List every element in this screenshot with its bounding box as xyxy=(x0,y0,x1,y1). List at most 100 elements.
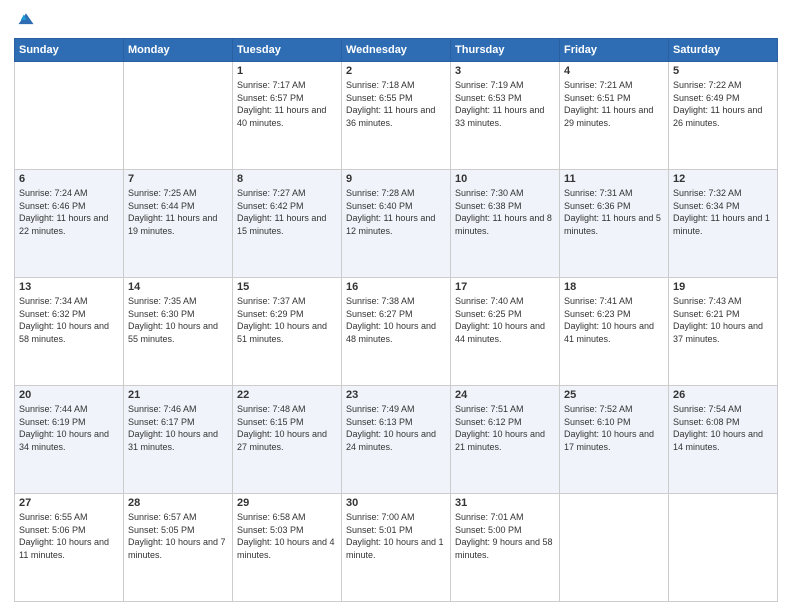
calendar-cell: 1 Sunrise: 7:17 AM Sunset: 6:57 PM Daylig… xyxy=(233,62,342,170)
calendar-cell: 27 Sunrise: 6:55 AM Sunset: 5:06 PM Dayli… xyxy=(15,494,124,602)
day-number: 7 xyxy=(128,173,228,185)
day-number: 24 xyxy=(455,389,555,401)
calendar-cell: 13 Sunrise: 7:34 AM Sunset: 6:32 PM Dayli… xyxy=(15,278,124,386)
calendar-cell: 22Sunrise: 7:48 AM Sunset: 6:15 PM Dayli… xyxy=(233,386,342,494)
calendar-cell: 6 Sunrise: 7:24 AM Sunset: 6:46 PM Daylig… xyxy=(15,170,124,278)
calendar-cell: 31 Sunrise: 7:01 AM Sunset: 5:00 PM Dayli… xyxy=(451,494,560,602)
calendar-cell: 12 Sunrise: 7:32 AM Sunset: 6:34 PM Dayli… xyxy=(669,170,778,278)
day-info: Sunrise: 7:31 AM Sunset: 6:36 PM Dayligh… xyxy=(564,187,664,237)
day-info: Sunrise: 7:30 AM Sunset: 6:38 PM Dayligh… xyxy=(455,187,555,237)
day-info: Sunrise: 7:35 AM Sunset: 6:30 PM Dayligh… xyxy=(128,295,228,345)
day-number: 18 xyxy=(564,281,664,293)
calendar-cell: 14Sunrise: 7:35 AM Sunset: 6:30 PM Dayli… xyxy=(124,278,233,386)
day-number: 13 xyxy=(19,281,119,293)
day-number: 15 xyxy=(237,281,337,293)
calendar-cell: 28 Sunrise: 6:57 AM Sunset: 5:05 PM Dayli… xyxy=(124,494,233,602)
day-info: Sunrise: 7:25 AM Sunset: 6:44 PM Dayligh… xyxy=(128,187,228,237)
day-number: 17 xyxy=(455,281,555,293)
calendar-cell: 26Sunrise: 7:54 AM Sunset: 6:08 PM Dayli… xyxy=(669,386,778,494)
day-of-week-header: Tuesday xyxy=(233,39,342,62)
calendar-cell: 17 Sunrise: 7:40 AM Sunset: 6:25 PM Dayli… xyxy=(451,278,560,386)
calendar-cell: 2 Sunrise: 7:18 AM Sunset: 6:55 PM Daylig… xyxy=(342,62,451,170)
calendar-week-row: 13 Sunrise: 7:34 AM Sunset: 6:32 PM Dayli… xyxy=(15,278,778,386)
calendar-cell: 7 Sunrise: 7:25 AM Sunset: 6:44 PM Daylig… xyxy=(124,170,233,278)
calendar-cell: 30Sunrise: 7:00 AM Sunset: 5:01 PM Dayli… xyxy=(342,494,451,602)
day-number: 31 xyxy=(455,497,555,509)
day-info: Sunrise: 7:49 AM Sunset: 6:13 PM Dayligh… xyxy=(346,403,446,453)
day-info: Sunrise: 6:57 AM Sunset: 5:05 PM Dayligh… xyxy=(128,511,228,561)
calendar-cell xyxy=(560,494,669,602)
day-number: 19 xyxy=(673,281,773,293)
day-number: 6 xyxy=(19,173,119,185)
calendar-week-row: 6 Sunrise: 7:24 AM Sunset: 6:46 PM Daylig… xyxy=(15,170,778,278)
day-of-week-header: Monday xyxy=(124,39,233,62)
day-number: 28 xyxy=(128,497,228,509)
day-info: Sunrise: 7:32 AM Sunset: 6:34 PM Dayligh… xyxy=(673,187,773,237)
calendar-cell: 23 Sunrise: 7:49 AM Sunset: 6:13 PM Dayli… xyxy=(342,386,451,494)
day-number: 12 xyxy=(673,173,773,185)
calendar-cell: 3 Sunrise: 7:19 AM Sunset: 6:53 PM Daylig… xyxy=(451,62,560,170)
calendar-cell: 19Sunrise: 7:43 AM Sunset: 6:21 PM Dayli… xyxy=(669,278,778,386)
day-info: Sunrise: 7:27 AM Sunset: 6:42 PM Dayligh… xyxy=(237,187,337,237)
calendar-cell: 16 Sunrise: 7:38 AM Sunset: 6:27 PM Dayli… xyxy=(342,278,451,386)
day-info: Sunrise: 7:48 AM Sunset: 6:15 PM Dayligh… xyxy=(237,403,337,453)
calendar-week-row: 1 Sunrise: 7:17 AM Sunset: 6:57 PM Daylig… xyxy=(15,62,778,170)
day-number: 4 xyxy=(564,65,664,77)
day-number: 3 xyxy=(455,65,555,77)
calendar-week-row: 20Sunrise: 7:44 AM Sunset: 6:19 PM Dayli… xyxy=(15,386,778,494)
day-number: 8 xyxy=(237,173,337,185)
calendar-cell: 11Sunrise: 7:31 AM Sunset: 6:36 PM Dayli… xyxy=(560,170,669,278)
day-info: Sunrise: 7:19 AM Sunset: 6:53 PM Dayligh… xyxy=(455,79,555,129)
day-number: 5 xyxy=(673,65,773,77)
day-info: Sunrise: 7:24 AM Sunset: 6:46 PM Dayligh… xyxy=(19,187,119,237)
day-info: Sunrise: 7:34 AM Sunset: 6:32 PM Dayligh… xyxy=(19,295,119,345)
calendar-cell: 18 Sunrise: 7:41 AM Sunset: 6:23 PM Dayli… xyxy=(560,278,669,386)
calendar-cell: 29Sunrise: 6:58 AM Sunset: 5:03 PM Dayli… xyxy=(233,494,342,602)
logo xyxy=(14,10,36,30)
calendar-cell xyxy=(15,62,124,170)
day-info: Sunrise: 7:40 AM Sunset: 6:25 PM Dayligh… xyxy=(455,295,555,345)
header xyxy=(14,10,778,30)
day-info: Sunrise: 7:51 AM Sunset: 6:12 PM Dayligh… xyxy=(455,403,555,453)
calendar-header-row: SundayMondayTuesdayWednesdayThursdayFrid… xyxy=(15,39,778,62)
page: SundayMondayTuesdayWednesdayThursdayFrid… xyxy=(0,0,792,612)
day-of-week-header: Saturday xyxy=(669,39,778,62)
calendar-table: SundayMondayTuesdayWednesdayThursdayFrid… xyxy=(14,38,778,602)
day-number: 23 xyxy=(346,389,446,401)
day-info: Sunrise: 6:58 AM Sunset: 5:03 PM Dayligh… xyxy=(237,511,337,561)
day-number: 2 xyxy=(346,65,446,77)
day-number: 21 xyxy=(128,389,228,401)
calendar-cell: 25Sunrise: 7:52 AM Sunset: 6:10 PM Dayli… xyxy=(560,386,669,494)
day-info: Sunrise: 7:18 AM Sunset: 6:55 PM Dayligh… xyxy=(346,79,446,129)
calendar-cell: 10 Sunrise: 7:30 AM Sunset: 6:38 PM Dayli… xyxy=(451,170,560,278)
day-number: 16 xyxy=(346,281,446,293)
day-number: 1 xyxy=(237,65,337,77)
calendar-cell: 21 Sunrise: 7:46 AM Sunset: 6:17 PM Dayli… xyxy=(124,386,233,494)
calendar-cell: 5 Sunrise: 7:22 AM Sunset: 6:49 PM Daylig… xyxy=(669,62,778,170)
day-info: Sunrise: 7:38 AM Sunset: 6:27 PM Dayligh… xyxy=(346,295,446,345)
day-number: 9 xyxy=(346,173,446,185)
day-info: Sunrise: 7:28 AM Sunset: 6:40 PM Dayligh… xyxy=(346,187,446,237)
day-of-week-header: Friday xyxy=(560,39,669,62)
day-number: 10 xyxy=(455,173,555,185)
day-info: Sunrise: 7:46 AM Sunset: 6:17 PM Dayligh… xyxy=(128,403,228,453)
day-number: 27 xyxy=(19,497,119,509)
day-info: Sunrise: 7:22 AM Sunset: 6:49 PM Dayligh… xyxy=(673,79,773,129)
day-of-week-header: Wednesday xyxy=(342,39,451,62)
day-of-week-header: Sunday xyxy=(15,39,124,62)
calendar-cell: 8 Sunrise: 7:27 AM Sunset: 6:42 PM Daylig… xyxy=(233,170,342,278)
calendar-cell xyxy=(669,494,778,602)
day-info: Sunrise: 6:55 AM Sunset: 5:06 PM Dayligh… xyxy=(19,511,119,561)
day-info: Sunrise: 7:41 AM Sunset: 6:23 PM Dayligh… xyxy=(564,295,664,345)
calendar-week-row: 27 Sunrise: 6:55 AM Sunset: 5:06 PM Dayli… xyxy=(15,494,778,602)
day-info: Sunrise: 7:21 AM Sunset: 6:51 PM Dayligh… xyxy=(564,79,664,129)
calendar-cell: 4 Sunrise: 7:21 AM Sunset: 6:51 PM Daylig… xyxy=(560,62,669,170)
day-of-week-header: Thursday xyxy=(451,39,560,62)
calendar-cell: 9 Sunrise: 7:28 AM Sunset: 6:40 PM Daylig… xyxy=(342,170,451,278)
calendar-cell: 15Sunrise: 7:37 AM Sunset: 6:29 PM Dayli… xyxy=(233,278,342,386)
day-info: Sunrise: 7:54 AM Sunset: 6:08 PM Dayligh… xyxy=(673,403,773,453)
day-info: Sunrise: 7:01 AM Sunset: 5:00 PM Dayligh… xyxy=(455,511,555,561)
day-info: Sunrise: 7:17 AM Sunset: 6:57 PM Dayligh… xyxy=(237,79,337,129)
calendar-cell: 20Sunrise: 7:44 AM Sunset: 6:19 PM Dayli… xyxy=(15,386,124,494)
day-number: 20 xyxy=(19,389,119,401)
